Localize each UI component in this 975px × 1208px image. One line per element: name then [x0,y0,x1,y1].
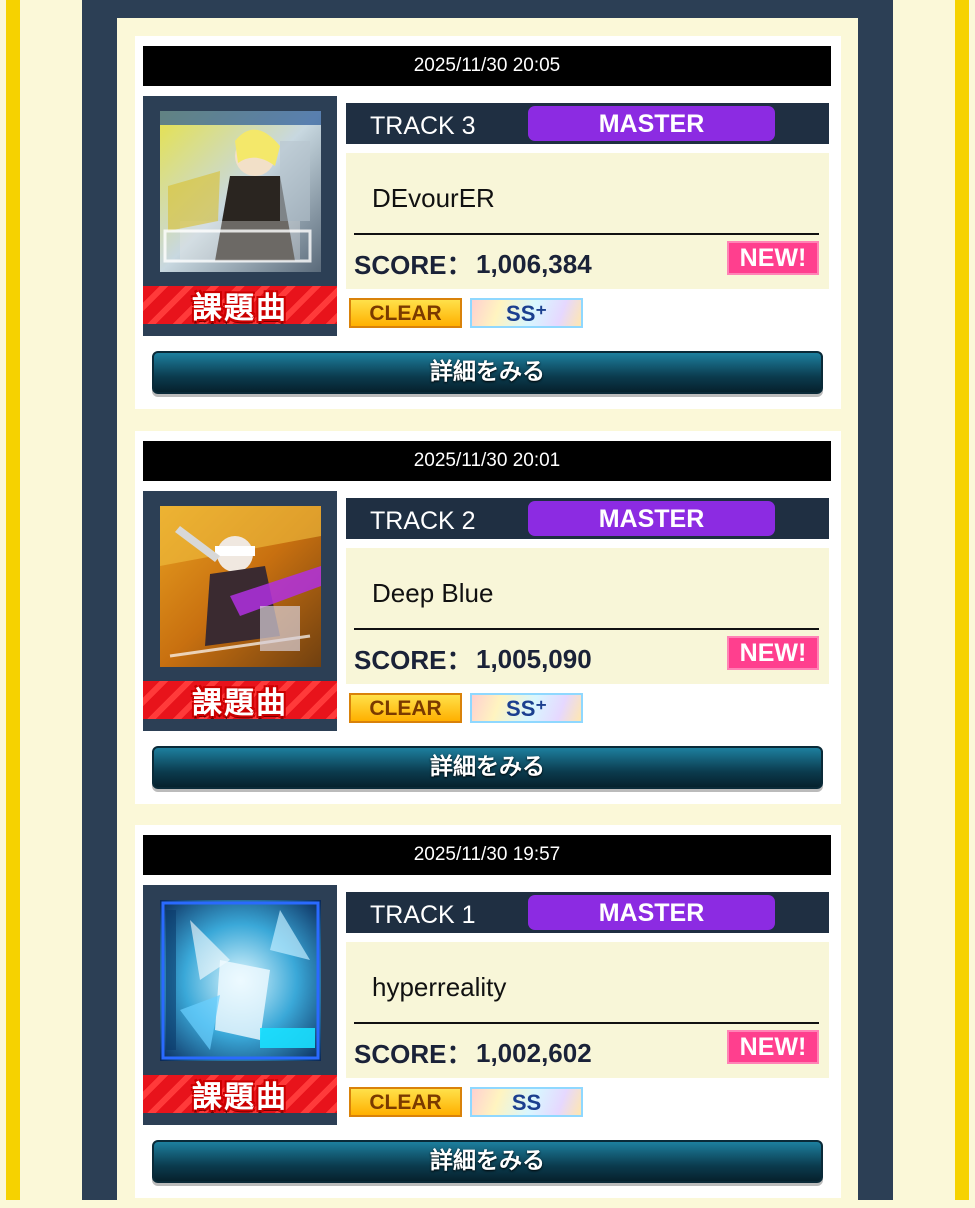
song-info: Deep Blue SCORE： 1,005,090 NEW! [346,548,829,684]
track-number: TRACK 1 [370,901,476,929]
score-label: SCORE： [354,645,473,675]
difficulty-badge: MASTER [528,106,775,141]
new-record-badge: NEW! [727,1030,819,1064]
score-value: 1,006,384 [476,249,592,279]
clear-lamp-badge: CLEAR [349,1087,462,1117]
track-header: TRACK 3 MASTER [346,103,829,144]
view-details-button[interactable]: 詳細をみる [152,1140,823,1183]
jacket-image[interactable] [160,506,321,667]
track-number: TRACK 2 [370,507,476,535]
right-border-stripe [955,0,969,1200]
track-header: TRACK 1 MASTER [346,892,829,933]
jacket-box: 課題曲 [143,491,337,731]
new-record-badge: NEW! [727,636,819,670]
rank-badge: SS⁺ [470,693,583,723]
clear-lamp-badge: CLEAR [349,298,462,328]
challenge-song-ribbon: 課題曲 [143,286,337,326]
play-record-card: 2025/11/30 20:05 課題曲 TRACK 3 MASTER DEvo… [135,36,841,409]
song-info: DEvourER SCORE： 1,006,384 NEW! [346,153,829,289]
challenge-song-label: 課題曲 [192,291,288,326]
challenge-song-label: 課題曲 [192,1080,288,1115]
play-datetime: 2025/11/30 19:57 [143,835,831,875]
play-record-card: 2025/11/30 19:57 課題曲 TRACK 1 MASTER hype… [135,825,841,1198]
rank-badge: SS [470,1087,583,1117]
play-record-card: 2025/11/30 20:01 課題曲 TRACK 2 MASTER Deep… [135,431,841,804]
score-value: 1,005,090 [476,644,592,674]
difficulty-badge: MASTER [528,501,775,536]
difficulty-badge: MASTER [528,895,775,930]
score-label: SCORE： [354,1039,473,1069]
play-datetime: 2025/11/30 20:05 [143,46,831,86]
divider [354,233,819,235]
track-header: TRACK 2 MASTER [346,498,829,539]
song-title: hyperreality [372,972,507,1002]
jacket-box: 課題曲 [143,885,337,1125]
view-details-button[interactable]: 詳細をみる [152,351,823,394]
track-number: TRACK 3 [370,112,476,140]
jacket-image[interactable] [160,111,321,272]
challenge-song-ribbon: 課題曲 [143,1075,337,1115]
song-title: Deep Blue [372,578,494,608]
challenge-song-ribbon: 課題曲 [143,681,337,721]
new-record-badge: NEW! [727,241,819,275]
rank-badge: SS⁺ [470,298,583,328]
clear-lamp-badge: CLEAR [349,693,462,723]
jacket-box: 課題曲 [143,96,337,336]
divider [354,628,819,630]
play-datetime: 2025/11/30 20:01 [143,441,831,481]
song-title: DEvourER [372,183,495,213]
score-value: 1,002,602 [476,1038,592,1068]
divider [354,1022,819,1024]
challenge-song-label: 課題曲 [192,686,288,721]
score-label: SCORE： [354,250,473,280]
song-info: hyperreality SCORE： 1,002,602 NEW! [346,942,829,1078]
view-details-button[interactable]: 詳細をみる [152,746,823,789]
jacket-image[interactable] [160,900,321,1061]
left-border-stripe [6,0,20,1200]
